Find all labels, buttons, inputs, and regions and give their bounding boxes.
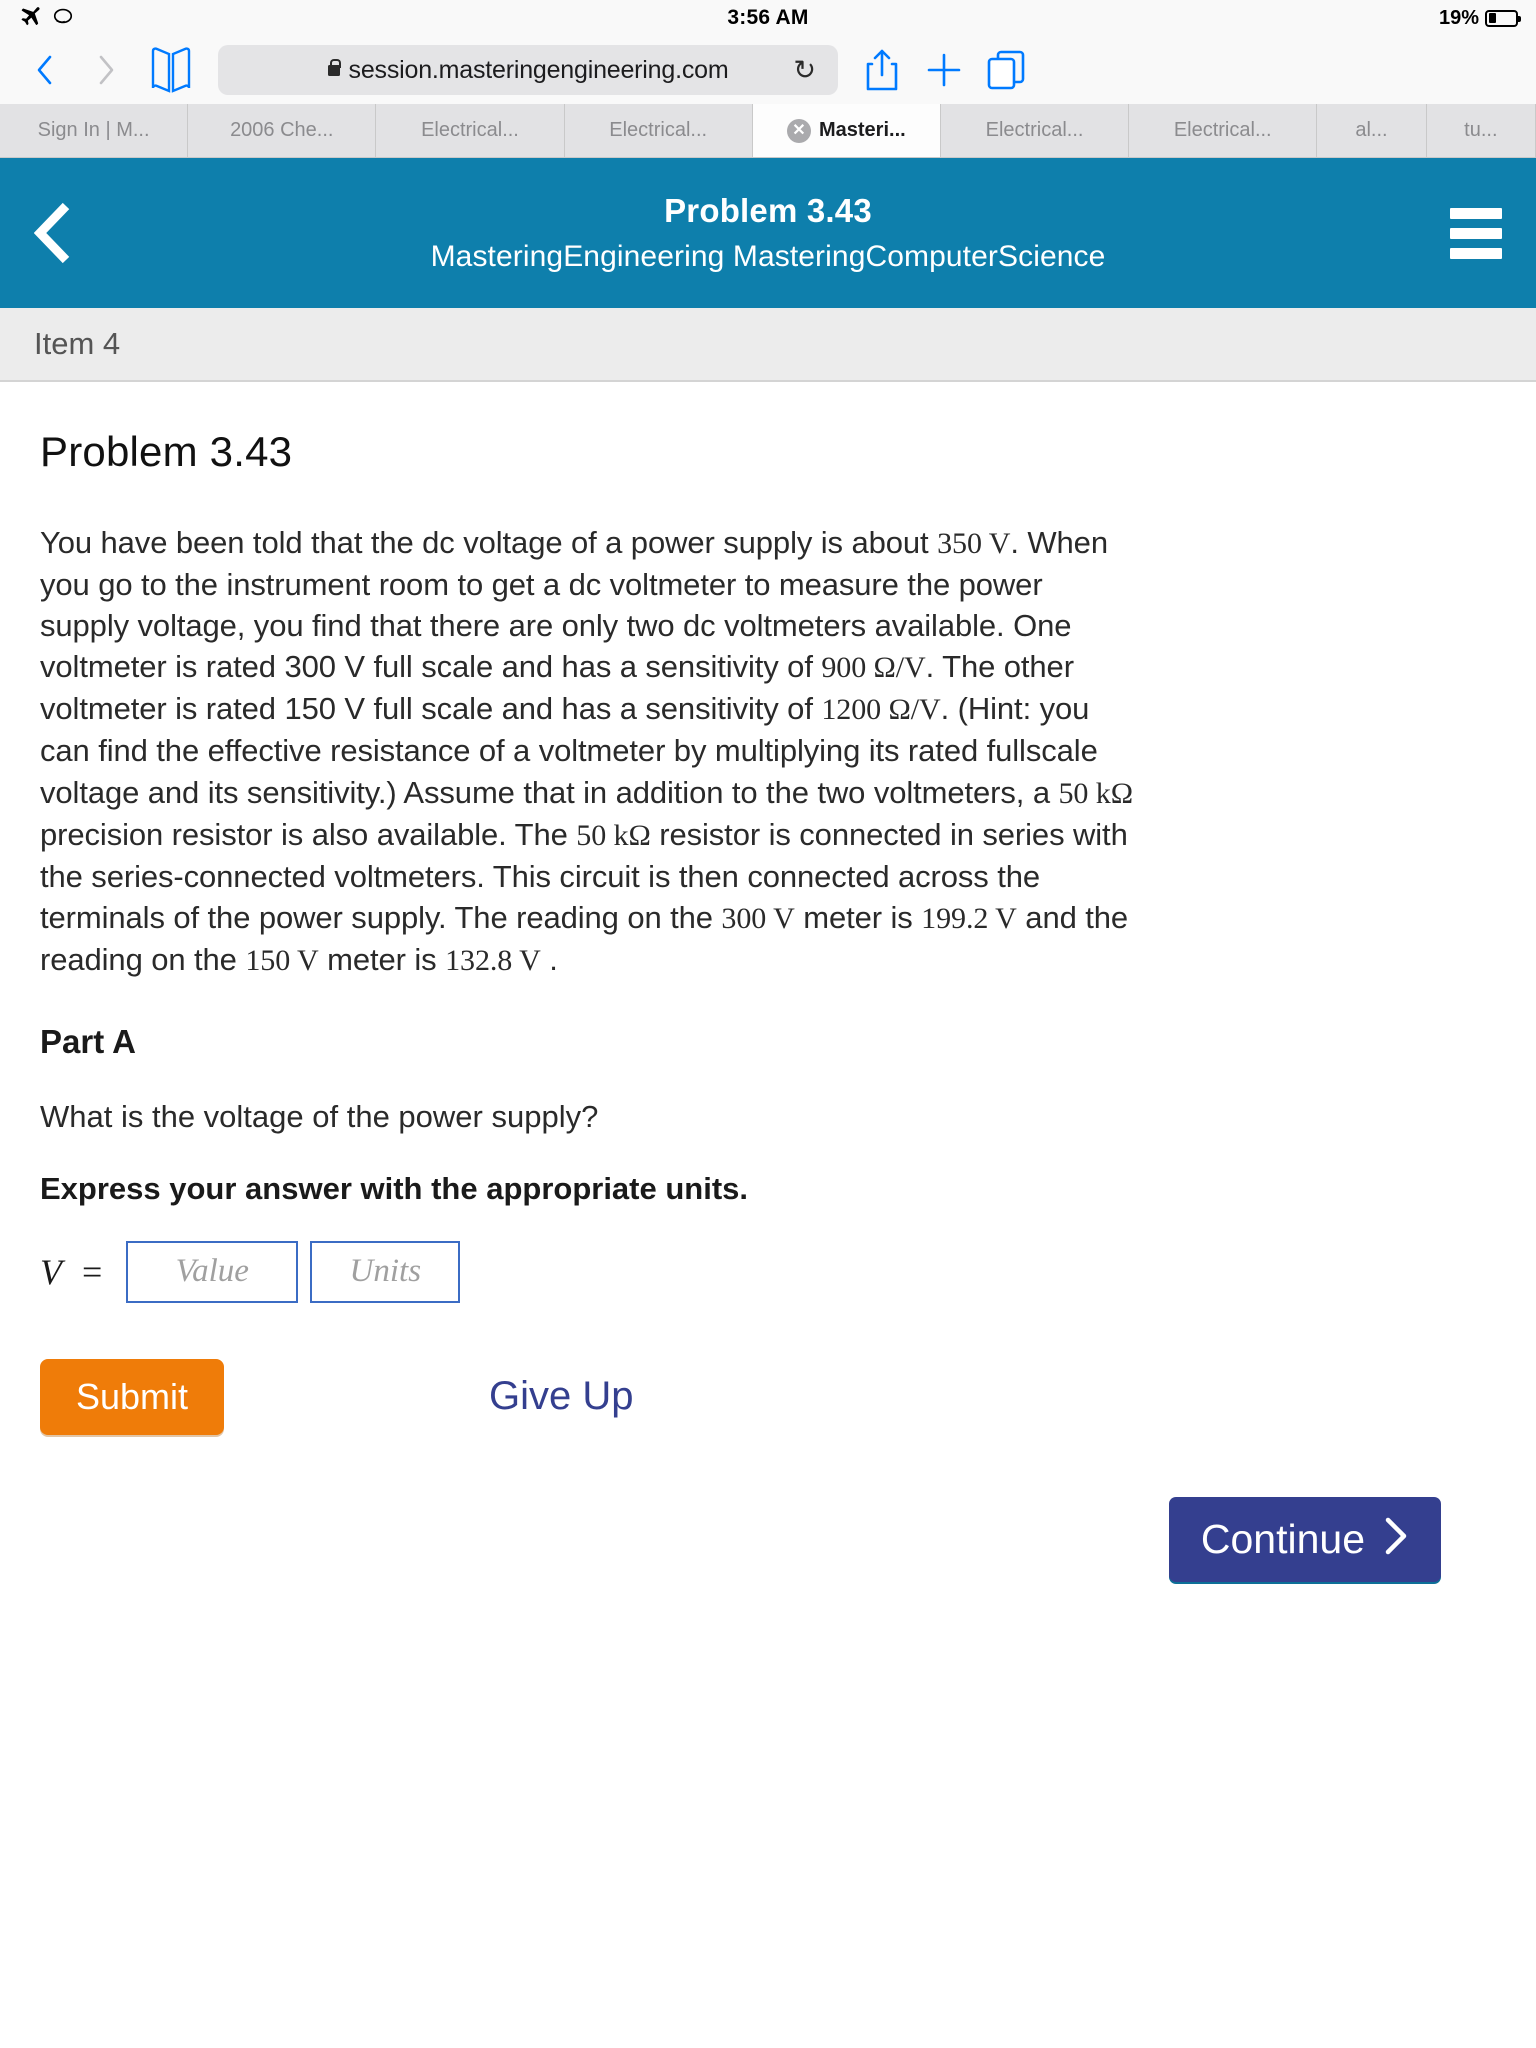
submit-button[interactable]: Submit <box>40 1358 225 1435</box>
problem-text-segment: . <box>540 941 558 977</box>
new-tab-button[interactable] <box>916 42 972 98</box>
part-question: What is the voltage of the power supply? <box>40 1098 599 1134</box>
answer-variable-label: V <box>40 1251 62 1292</box>
math-expression: 900 Ω/V <box>821 650 926 685</box>
chevron-right-icon <box>1383 1516 1409 1563</box>
chevron-left-icon <box>33 202 70 264</box>
browser-tab-label: Masteri... <box>818 119 906 141</box>
plus-icon <box>927 53 961 87</box>
problem-title: Problem 3.43 <box>40 428 293 475</box>
browser-tab-label: Electrical... <box>421 119 519 141</box>
problem-text-segment: precision resistor is also available. Th… <box>40 816 577 852</box>
browser-toolbar: session.masteringengineering.com ↻ <box>0 36 1536 104</box>
lock-icon <box>327 58 342 76</box>
item-label: Item 4 <box>34 326 121 361</box>
browser-tab-strip: Sign In | M... 2006 Che... Electrical... El… <box>0 104 1536 158</box>
problem-text-segment: meter is <box>794 899 922 935</box>
browser-tab[interactable]: Electrical... <box>1129 104 1318 157</box>
math-expression: 300 V <box>721 900 795 935</box>
browser-tab-label: al... <box>1355 119 1388 141</box>
app-header: Problem 3.43 MasteringEngineering Master… <box>0 158 1536 308</box>
browser-tab[interactable]: 2006 Che... <box>188 104 377 157</box>
share-button[interactable] <box>854 42 910 98</box>
browser-tab[interactable]: tu... <box>1426 104 1536 157</box>
problem-text-segment: You have been told that the dc voltage o… <box>40 525 938 560</box>
browser-tab-label: tu... <box>1464 119 1498 141</box>
math-expression: 50 kΩ <box>576 817 651 852</box>
math-expression: 1200 Ω/V <box>821 692 941 727</box>
browser-tab-label: 2006 Che... <box>230 119 334 141</box>
browser-tab[interactable]: Electrical... <box>376 104 565 157</box>
book-icon <box>151 47 191 93</box>
browser-tab[interactable]: Electrical... <box>940 104 1130 157</box>
math-expression: 350 V <box>937 526 1011 560</box>
part-heading: Part A <box>40 1022 136 1060</box>
give-up-button[interactable]: Give Up <box>489 1374 634 1419</box>
bookmarks-button[interactable] <box>140 42 202 98</box>
answer-units-input[interactable]: Units <box>310 1240 461 1303</box>
problem-statement: You have been told that the dc voltage o… <box>40 522 1140 981</box>
address-bar-url: session.masteringengineering.com <box>348 55 729 84</box>
math-expression: 132.8 V <box>445 942 541 977</box>
math-expression: 199.2 V <box>921 900 1017 935</box>
page-title: Problem 3.43 <box>664 192 872 229</box>
reload-icon[interactable]: ↻ <box>793 55 816 86</box>
answer-row: V = Value Units <box>40 1240 1496 1303</box>
continue-button[interactable]: Continue <box>1168 1496 1441 1582</box>
continue-button-row: Continue <box>40 1435 1496 1582</box>
continue-button-label: Continue <box>1200 1515 1365 1562</box>
browser-tab[interactable]: Electrical... <box>564 104 753 157</box>
browser-tab[interactable]: al... <box>1317 104 1427 157</box>
action-button-row: Submit Give Up <box>40 1358 1496 1435</box>
address-bar[interactable]: session.masteringengineering.com ↻ <box>218 45 838 95</box>
browser-tab-label: Electrical... <box>609 119 708 141</box>
app-subtitle: MasteringEngineering MasteringComputerSc… <box>430 240 1106 273</box>
answer-value-input[interactable]: Value <box>126 1240 299 1303</box>
answer-instruction: Express your answer with the appropriate… <box>40 1170 749 1206</box>
math-expression: 50 kΩ <box>1058 775 1133 810</box>
browser-tab-label: Electrical... <box>985 119 1084 141</box>
browser-tab[interactable]: Sign In | M... <box>0 104 189 157</box>
ios-status-bar: 3:56 AM 19% <box>0 0 1536 36</box>
answer-equals-sign: = <box>82 1251 103 1292</box>
battery-icon <box>1485 9 1521 27</box>
close-icon[interactable]: ✕ <box>786 118 811 143</box>
app-back-button[interactable] <box>33 202 74 264</box>
browser-back-button[interactable] <box>16 42 72 98</box>
app-header-text-block: Problem 3.43 MasteringEngineering Master… <box>0 192 1536 274</box>
browser-forward-button[interactable] <box>78 42 134 98</box>
browser-tab-label: Sign In | M... <box>37 119 150 141</box>
show-tabs-button[interactable] <box>978 42 1034 98</box>
browser-tab[interactable]: ✕ Masteri... <box>752 104 941 157</box>
problem-text-segment: meter is <box>318 941 446 977</box>
share-icon <box>866 49 898 91</box>
problem-content: Problem 3.43 You have been told that the… <box>0 382 1536 1582</box>
browser-tab-label: Electrical... <box>1173 119 1272 141</box>
status-bar-time: 3:56 AM <box>727 6 809 29</box>
math-expression: 150 V <box>245 942 319 977</box>
hamburger-menu-icon[interactable] <box>1450 207 1502 259</box>
item-bar: Item 4 <box>0 308 1536 382</box>
tabs-icon <box>987 50 1025 90</box>
